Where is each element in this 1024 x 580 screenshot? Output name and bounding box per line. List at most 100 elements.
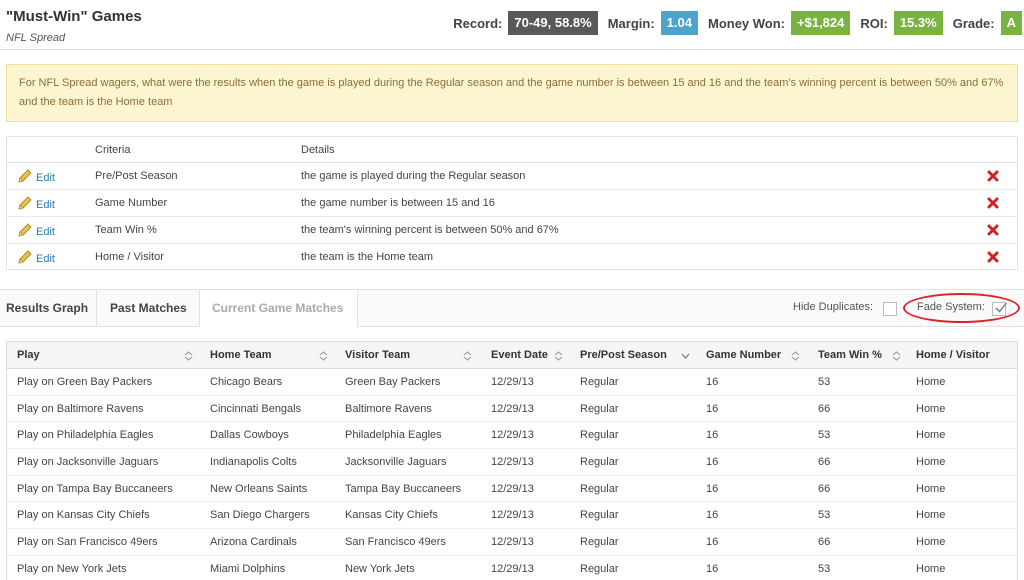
grade-label: Grade: [952, 15, 995, 31]
delete-icon[interactable] [986, 196, 1000, 210]
tab-results-graph[interactable]: Results Graph [0, 290, 97, 326]
table-cell: Arizona Cardinals [210, 536, 297, 549]
criteria-column-header: Criteria [95, 144, 131, 156]
tab-current-game-matches[interactable]: Current Game Matches [200, 290, 358, 327]
edit-link[interactable]: Edit [17, 223, 55, 240]
table-row[interactable]: Play on New York Jets Miami Dolphins New Y… [7, 556, 1017, 580]
table-row[interactable]: Play on Tampa Bay Buccaneers New Orleans … [7, 476, 1017, 503]
money-won-value: +$1,824 [791, 11, 851, 35]
table-cell: Philadelphia Eagles [345, 429, 442, 442]
results-column-header[interactable]: Team Win % [818, 349, 882, 361]
sort-icon[interactable] [319, 350, 328, 362]
page-title: "Must-Win" Games [6, 8, 142, 25]
criteria-row: Edit Team Win % the team's winning percent… [7, 217, 1017, 244]
table-cell: Green Bay Packers [345, 376, 441, 388]
sort-icon[interactable] [892, 350, 901, 362]
table-row[interactable]: Play on Jacksonville Jaguars Indianapolis… [7, 449, 1017, 476]
table-cell: 12/29/13 [491, 509, 534, 522]
edit-label: Edit [36, 226, 55, 238]
table-cell: Regular [580, 456, 619, 469]
table-cell: 16 [706, 482, 719, 495]
details-column-header: Details [301, 144, 335, 156]
pencil-icon [18, 169, 32, 183]
hide-duplicates-checkbox[interactable] [883, 302, 897, 316]
table-cell: Play on Kansas City Chiefs [17, 509, 150, 522]
table-cell: 12/29/13 [491, 376, 534, 388]
table-cell: 12/29/13 [491, 562, 534, 575]
delete-icon[interactable] [986, 169, 1000, 183]
table-cell: Play on San Francisco 49ers [17, 536, 158, 549]
table-cell: Regular [580, 429, 619, 442]
table-cell: Play on Philadelphia Eagles [17, 429, 154, 442]
criteria-details: the game is played during the Regular se… [301, 170, 526, 182]
edit-label: Edit [36, 199, 55, 211]
table-cell: Home [916, 562, 946, 575]
table-cell: 16 [706, 536, 719, 549]
table-row[interactable]: Play on San Francisco 49ers Arizona Cardi… [7, 529, 1017, 556]
table-cell: 16 [706, 509, 719, 522]
margin-label: Margin: [607, 15, 655, 31]
edit-link[interactable]: Edit [17, 196, 55, 213]
table-cell: 12/29/13 [491, 536, 534, 549]
table-cell: Tampa Bay Buccaneers [345, 482, 462, 495]
table-cell: 66 [818, 456, 831, 469]
results-column-header[interactable]: Visitor Team [345, 349, 410, 361]
results-column-header[interactable]: Game Number [706, 349, 781, 361]
table-row[interactable]: Play on Philadelphia Eagles Dallas Cowboy… [7, 422, 1017, 450]
results-column-header[interactable]: Event Date [491, 349, 548, 361]
criteria-name: Team Win % [95, 224, 157, 236]
table-cell: New Orleans Saints [210, 482, 308, 495]
results-table: Play Home Team Visitor Team Event Date Pre/P… [6, 341, 1018, 580]
table-cell: 16 [706, 402, 719, 415]
criteria-header: Criteria Details [7, 137, 1017, 163]
criteria-details: the team's winning percent is between 50… [301, 224, 559, 236]
edit-link[interactable]: Edit [17, 250, 55, 267]
table-cell: 16 [706, 562, 719, 575]
results-tabs: Results Graph Past Matches Current Game … [0, 289, 1024, 327]
hide-duplicates-label: Hide Duplicates: [793, 301, 874, 313]
delete-icon[interactable] [986, 250, 1000, 264]
fade-system-label: Fade System: [917, 301, 985, 313]
criteria-name: Pre/Post Season [95, 170, 178, 182]
table-cell: New York Jets [345, 562, 415, 575]
sort-icon[interactable] [791, 350, 800, 362]
table-cell: Play on Baltimore Ravens [17, 402, 144, 415]
table-cell: 12/29/13 [491, 456, 534, 469]
table-cell: Baltimore Ravens [345, 402, 432, 415]
table-cell: Home [916, 509, 946, 522]
results-column-header[interactable]: Home Team [210, 349, 272, 361]
table-cell: Play on Tampa Bay Buccaneers [17, 482, 173, 495]
tab-past-matches[interactable]: Past Matches [97, 290, 200, 326]
sort-icon[interactable] [184, 350, 193, 362]
page-header: "Must-Win" Games NFL Spread Record: 70-4… [0, 0, 1024, 50]
table-cell: Cincinnati Bengals [210, 402, 302, 415]
table-cell: Regular [580, 402, 619, 415]
results-column-header[interactable]: Home / Visitor [916, 349, 990, 361]
table-row[interactable]: Play on Baltimore Ravens Cincinnati Benga… [7, 396, 1017, 423]
pencil-icon [18, 250, 32, 264]
table-cell: 12/29/13 [491, 402, 534, 415]
grade-value: A [1000, 11, 1022, 35]
sort-icon[interactable] [463, 350, 472, 362]
table-cell: San Diego Chargers [210, 509, 310, 522]
sort-icon[interactable] [554, 350, 563, 362]
margin-value: 1.04 [660, 11, 698, 35]
results-column-header[interactable]: Pre/Post Season [580, 349, 667, 361]
table-cell: 16 [706, 376, 719, 388]
table-row[interactable]: Play on Green Bay Packers Chicago Bears Gr… [7, 369, 1017, 396]
sort-descending-icon[interactable] [681, 350, 690, 362]
fade-system-checkbox[interactable] [992, 302, 1008, 316]
table-row[interactable]: Play on Kansas City Chiefs San Diego Char… [7, 502, 1017, 530]
edit-link[interactable]: Edit [17, 169, 55, 186]
results-header: Play Home Team Visitor Team Event Date Pre/P… [7, 342, 1017, 369]
table-cell: Home [916, 429, 946, 442]
pencil-icon [18, 196, 32, 210]
table-cell: San Francisco 49ers [345, 536, 446, 549]
delete-icon[interactable] [986, 223, 1000, 237]
edit-label: Edit [36, 253, 55, 265]
roi-label: ROI: [860, 15, 888, 31]
criteria-row: Edit Pre/Post Season the game is played du… [7, 163, 1017, 190]
table-cell: 53 [818, 376, 831, 388]
stats-bar: Record: 70-49, 58.8% Margin: 1.04 Money … [443, 11, 1022, 35]
results-column-header[interactable]: Play [17, 349, 40, 361]
